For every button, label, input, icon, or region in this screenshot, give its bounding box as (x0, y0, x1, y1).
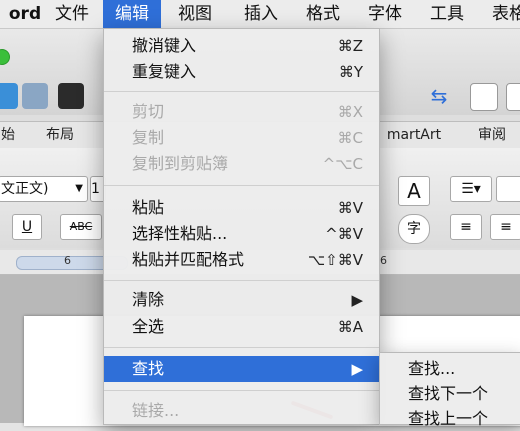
menu-item-link[interactable]: 链接... (104, 398, 379, 424)
menu-font[interactable]: 字体 (360, 0, 410, 28)
menu-separator (104, 280, 379, 281)
tab-home[interactable]: 始 (0, 122, 18, 148)
menu-item-clear[interactable]: 清除 ▶ (104, 287, 379, 313)
bullet-list-button[interactable]: ☰▾ (450, 176, 492, 202)
sidebar-view-icon[interactable] (470, 83, 498, 111)
submenu-item-find-next[interactable]: 查找下一个 (380, 382, 520, 406)
submenu-arrow-icon: ▶ (351, 291, 363, 309)
open-folder-icon[interactable] (22, 83, 48, 109)
menu-item-paste-special[interactable]: 选择性粘贴... ^⌘V (104, 221, 379, 247)
new-doc-icon[interactable] (0, 83, 18, 109)
find-submenu: 查找... 查找下一个 查找上一个 (379, 352, 520, 428)
menu-item-copy-to-scrapbook[interactable]: 复制到剪贴簿 ^⌥C (104, 151, 379, 177)
font-name-value: 文正文) (1, 181, 49, 197)
menu-file[interactable]: 文件 (50, 0, 94, 28)
numbered-list-button[interactable] (496, 176, 520, 202)
font-name-select[interactable]: 文正文) ▼ (0, 176, 88, 202)
menu-separator (104, 185, 379, 186)
menu-app-word[interactable]: ord (0, 0, 54, 28)
save-icon[interactable] (58, 83, 84, 109)
menu-item-paste-match-format[interactable]: 粘贴并匹配格式 ⌥⇧⌘V (104, 247, 379, 273)
tab-review[interactable]: 审阅 (470, 122, 514, 148)
swap-arrows-icon[interactable]: ⇆ (426, 83, 452, 109)
menu-separator (104, 91, 379, 92)
menu-item-redo[interactable]: 重复键入 ⌘Y (104, 59, 379, 85)
submenu-item-find[interactable]: 查找... (380, 357, 520, 381)
underline-button[interactable]: U (12, 214, 42, 240)
chevron-down-icon: ▼ (75, 183, 83, 194)
align-center-button[interactable]: ≡ (490, 214, 520, 240)
menu-item-undo[interactable]: 撤消键入 ⌘Z (104, 33, 379, 59)
text-style-a-button[interactable]: A (398, 176, 430, 206)
phonetic-guide-button[interactable]: 字 (398, 214, 430, 244)
ruler-mark: 6 (380, 254, 387, 267)
menu-bar: ord 文件 编辑 视图 插入 格式 字体 工具 表格 (0, 0, 520, 29)
submenu-arrow-icon: ▶ (351, 360, 363, 378)
menu-format[interactable]: 格式 (298, 0, 348, 28)
strikethrough-button[interactable]: ABC (60, 214, 102, 240)
menu-item-cut[interactable]: 剪切 ⌘X (104, 99, 379, 125)
tab-layout[interactable]: 布局 (38, 122, 82, 148)
menu-item-select-all[interactable]: 全选 ⌘A (104, 314, 379, 340)
submenu-item-find-previous[interactable]: 查找上一个 (380, 407, 520, 431)
align-left-button[interactable]: ≡ (450, 214, 482, 240)
menu-edit[interactable]: 编辑 (103, 0, 161, 28)
menu-insert[interactable]: 插入 (236, 0, 286, 28)
ruler-mark: 6 (64, 254, 71, 267)
edit-menu: 撤消键入 ⌘Z 重复键入 ⌘Y 剪切 ⌘X 复制 ⌘C 复制到剪贴簿 ^⌥C 粘… (103, 28, 380, 425)
menu-tools[interactable]: 工具 (422, 0, 472, 28)
menu-item-paste[interactable]: 粘贴 ⌘V (104, 195, 379, 221)
menu-view[interactable]: 视图 (170, 0, 220, 28)
layout-view-icon[interactable] (506, 83, 520, 111)
menu-separator (104, 347, 379, 348)
menu-separator (104, 390, 379, 391)
menu-item-find[interactable]: 查找 ▶ (104, 356, 379, 382)
window-zoom-button[interactable] (0, 49, 10, 65)
tab-smartart[interactable]: martArt (379, 122, 449, 148)
menu-table[interactable]: 表格 (484, 0, 520, 28)
menu-item-copy[interactable]: 复制 ⌘C (104, 125, 379, 151)
